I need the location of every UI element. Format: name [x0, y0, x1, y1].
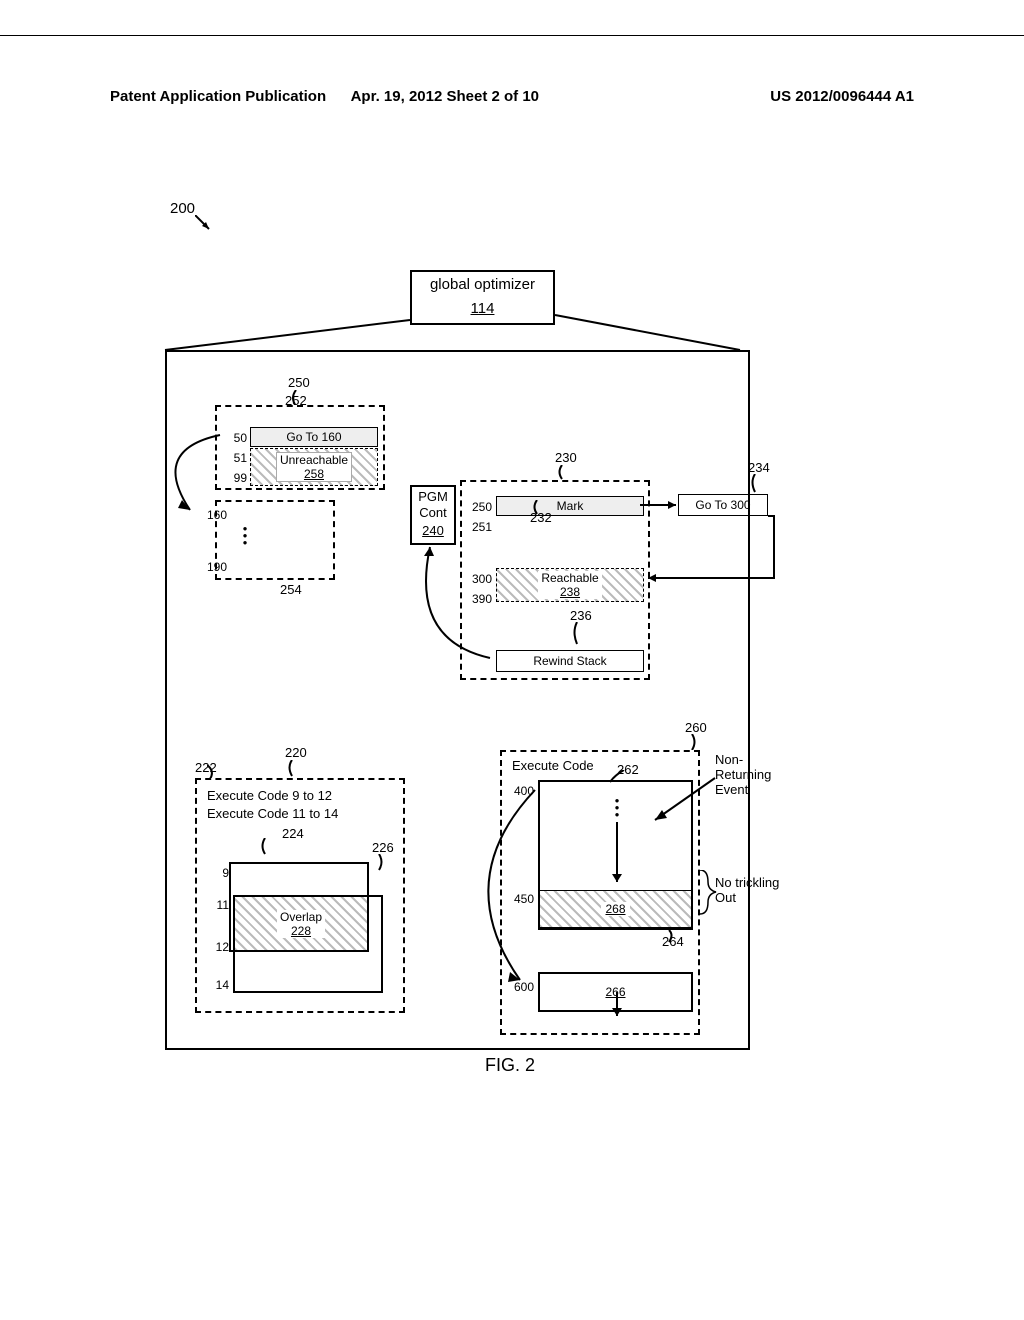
vdots-2: ●●● [612, 797, 622, 818]
arrow-mark-goto300 [640, 500, 780, 590]
row-251: 251 [464, 520, 492, 534]
page-rule [0, 35, 1024, 36]
arrow-curved-600 [450, 780, 550, 1000]
ref-262-leader [610, 770, 628, 785]
header-right: US 2012/0096444 A1 [770, 88, 914, 105]
arrow-rewind-pgm [370, 540, 520, 675]
header-left: Patent Application Publication [110, 88, 326, 105]
ref-224-leader [260, 838, 272, 856]
ref-234: 234 [748, 460, 770, 475]
ref-220-leader [287, 760, 299, 778]
pgm-cont-box: PGM Cont 240 [410, 485, 456, 545]
page-header: Patent Application Publication Apr. 19, … [110, 88, 914, 105]
overlap-block: Overlap 228 [234, 896, 368, 951]
row-190: 190 [192, 560, 227, 574]
row-14: 14 [201, 978, 229, 992]
ref-250: 250 [288, 375, 310, 390]
arrow-down-600 [607, 992, 627, 1022]
cont-label: Cont [412, 505, 454, 520]
row-12: 12 [201, 940, 229, 954]
mark-box: Mark [496, 496, 644, 516]
arrow-goto160 [160, 420, 260, 540]
annot-notrickling: No trickling Out [715, 875, 779, 905]
ref-234-leader [750, 474, 762, 494]
exec-title: Execute Code [512, 758, 594, 773]
pgm-label: PGM [412, 489, 454, 504]
block-268: 268 [539, 890, 692, 928]
ref-224: 224 [282, 826, 304, 841]
goto-160: Go To 160 [250, 427, 378, 447]
ref-260: 260 [685, 720, 707, 735]
ref-226-leader [374, 854, 386, 872]
ref-230: 230 [555, 450, 577, 465]
brace-notrickling [696, 870, 720, 916]
ref-236: 236 [570, 608, 592, 623]
arrow-down-450 [607, 822, 627, 890]
ref-264-leader [664, 930, 676, 945]
ref-254: 254 [280, 582, 302, 597]
ref-226: 226 [372, 840, 394, 855]
row-250b: 250 [464, 500, 492, 514]
annot-nonreturning: Non- Returning Event [715, 752, 771, 797]
figure-caption: FIG. 2 [140, 1055, 880, 1076]
header-mid: Apr. 19, 2012 Sheet 2 of 10 [351, 88, 539, 105]
ref-252: 252 [285, 393, 307, 408]
exec-line2: Execute Code 11 to 14 [207, 806, 338, 821]
unreachable-block: Unreachable 258 [250, 448, 378, 486]
row-9: 9 [201, 866, 229, 880]
figure-2: 200 global optimizer 114 250 50 51 99 Go… [140, 160, 880, 1100]
row-11: 11 [201, 898, 229, 912]
pgm-ref: 240 [412, 523, 454, 538]
ref-220: 220 [285, 745, 307, 760]
exec-line1: Execute Code 9 to 12 [207, 788, 332, 803]
arrow-nonreturning [650, 770, 720, 830]
ref-232-leader [532, 500, 544, 515]
box-220: Execute Code 9 to 12 Execute Code 11 to … [195, 778, 405, 1013]
ref-236-leader [572, 622, 584, 647]
